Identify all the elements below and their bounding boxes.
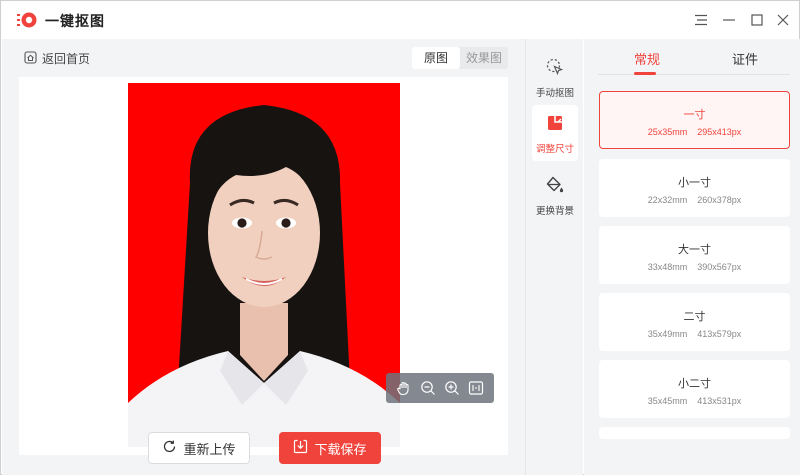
- size-option-partial[interactable]: [599, 427, 790, 439]
- size-mm: 35x49mm: [647, 329, 688, 339]
- download-save-label: 下载保存: [314, 441, 367, 457]
- size-mm: 25x35mm: [647, 127, 688, 137]
- tool-resize-label: 调整尺寸: [535, 144, 574, 155]
- paint-bucket-icon: [545, 175, 565, 198]
- menu-icon[interactable]: [691, 10, 711, 30]
- manual-cutout-icon: [545, 57, 565, 80]
- size-name: 大一寸: [678, 244, 711, 256]
- size-option-large-1-inch[interactable]: 大一寸 33x48mm 390x567px: [599, 226, 790, 284]
- zoom-toolbar: [386, 373, 494, 403]
- reupload-label: 重新上传: [183, 441, 236, 457]
- hand-icon[interactable]: [395, 379, 413, 397]
- tool-manual-cutout-label: 手动抠图: [535, 88, 574, 99]
- size-name: 一寸: [683, 109, 706, 121]
- size-mm: 22x32mm: [647, 195, 688, 205]
- tool-manual-cutout[interactable]: 手动抠图: [532, 49, 578, 105]
- size-px: 413x531px: [697, 396, 742, 406]
- refresh-icon: [162, 439, 177, 457]
- size-name: 二寸: [683, 311, 706, 323]
- title-bar: 一键抠图: [1, 1, 799, 39]
- size-option-2-inch[interactable]: 二寸 35x49mm 413x579px: [599, 293, 790, 351]
- tool-change-background-label: 更换背景: [535, 206, 574, 217]
- image-canvas: [19, 77, 508, 455]
- size-option-small-2-inch[interactable]: 小二寸 35x45mm 413x531px: [599, 360, 790, 418]
- size-px: 260x378px: [697, 195, 742, 205]
- size-px: 413x579px: [697, 329, 742, 339]
- app-window: 一键抠图 返回首页 原图 效果图 重新上传 下载保存 手动抠图 调整尺寸 更换背…: [0, 0, 800, 475]
- tool-column: 手动抠图 调整尺寸 更换背景: [525, 39, 583, 475]
- back-home-label: 返回首页: [42, 52, 91, 66]
- original-view-tab[interactable]: 原图: [412, 47, 460, 69]
- tab-regular[interactable]: 常规: [634, 49, 660, 68]
- size-px: 295x413px: [697, 127, 742, 137]
- close-icon[interactable]: [773, 10, 793, 30]
- size-name: 小二寸: [678, 378, 711, 390]
- tab-id-photo[interactable]: 证件: [732, 49, 758, 68]
- tool-change-background[interactable]: 更换背景: [532, 167, 578, 223]
- reupload-button[interactable]: 重新上传: [148, 432, 250, 464]
- app-logo-icon: [17, 11, 37, 29]
- size-mm: 35x45mm: [647, 396, 688, 406]
- maximize-icon[interactable]: [747, 10, 767, 30]
- effect-view-tab[interactable]: 效果图: [460, 47, 508, 69]
- portrait-photo: [128, 83, 400, 447]
- size-px: 390x567px: [697, 262, 742, 272]
- minimize-icon[interactable]: [719, 10, 739, 30]
- fit-screen-icon[interactable]: [467, 379, 485, 397]
- preview-panel: 返回首页 原图 效果图 重新上传 下载保存: [2, 39, 525, 475]
- size-mm: 33x48mm: [647, 262, 688, 272]
- size-panel: 常规 证件 一寸 25x35mm 295x413px 小一寸 22x32mm 260…: [584, 39, 800, 475]
- download-icon: [293, 439, 308, 457]
- home-icon: [24, 50, 37, 67]
- active-tab-indicator: [634, 72, 656, 75]
- download-save-button[interactable]: 下载保存: [279, 432, 381, 464]
- app-title: 一键抠图: [45, 13, 105, 29]
- size-tabs: 常规 证件: [598, 39, 790, 75]
- zoom-out-icon[interactable]: [419, 379, 437, 397]
- size-option-1-inch[interactable]: 一寸 25x35mm 295x413px: [599, 91, 790, 149]
- size-name: 小一寸: [678, 177, 711, 189]
- zoom-in-icon[interactable]: [443, 379, 461, 397]
- size-option-small-1-inch[interactable]: 小一寸 22x32mm 260x378px: [599, 159, 790, 217]
- back-home-link[interactable]: 返回首页: [24, 50, 90, 67]
- resize-icon: [545, 113, 565, 136]
- view-toggle: 原图 效果图: [412, 47, 508, 69]
- tool-resize[interactable]: 调整尺寸: [532, 105, 578, 161]
